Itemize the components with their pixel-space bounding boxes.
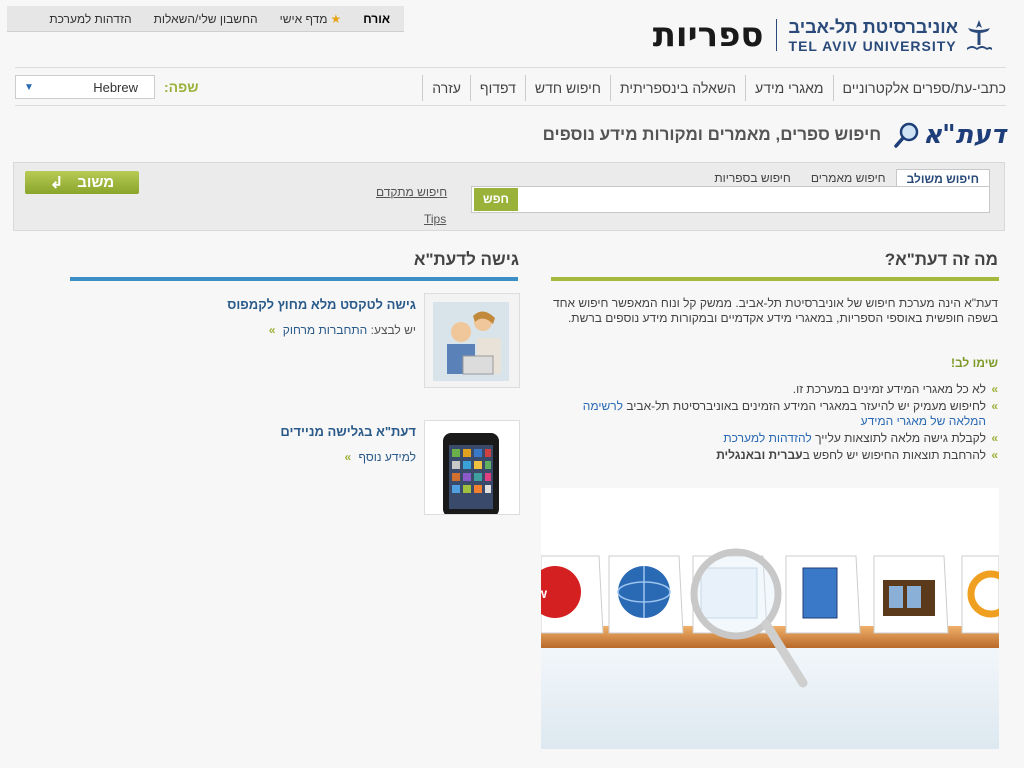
access-item-remote: גישה לטקסט מלא מחוץ לקמפוס יש לבצע: התחב… xyxy=(70,293,520,389)
smartphone-image xyxy=(424,420,520,515)
more-info-link[interactable]: למידע נוסף xyxy=(359,450,416,464)
mobile-access-title[interactable]: דעת"א בגלישה מניידים xyxy=(280,424,416,439)
nav-help[interactable]: עזרה xyxy=(422,75,470,101)
at-doc-icon xyxy=(961,555,999,634)
what-divider xyxy=(551,277,999,281)
nav-ejournals[interactable]: כתבי-עת/ספרים אלקטרוניים xyxy=(832,75,1006,101)
note-item: לקבלת גישה מלאה לתוצאות עלייך להזדהות למ… xyxy=(550,431,998,446)
search-button[interactable]: חפש xyxy=(474,188,518,211)
daat-logo[interactable]: דעת"א xyxy=(893,120,1006,150)
personal-shelf-link[interactable]: ★ מדף אישי xyxy=(280,12,342,26)
tau-emblem-icon xyxy=(967,20,992,50)
www-label: www xyxy=(541,585,547,601)
personal-shelf-label: מדף אישי xyxy=(279,11,328,26)
user-bar: אורח ★ מדף אישי החשבון שלי/השאלות הזדהות… xyxy=(7,6,404,32)
raquo-icon: » xyxy=(344,450,352,464)
chevron-down-icon: ▼ xyxy=(24,81,34,93)
book-doc-icon xyxy=(785,555,861,634)
tab-articles-search[interactable]: חיפוש מאמרים xyxy=(801,169,896,187)
language-label: שפה: xyxy=(164,79,199,95)
login-note-link[interactable]: להזדהות למערכת xyxy=(723,431,811,445)
notes-list: לא כל מאגרי המידע זמינים במערכת זו. לחיפ… xyxy=(550,382,998,465)
star-icon: ★ xyxy=(330,11,342,26)
nav-ill[interactable]: השאלה בינספריתית xyxy=(609,75,745,101)
note-text: להרחבת תוצאות החיפוש יש לחפש ב xyxy=(802,448,986,462)
globe-doc-icon xyxy=(608,555,684,634)
tab-combined-search[interactable]: חיפוש משולב xyxy=(895,169,990,187)
mobile-access-line: למידע נוסף » xyxy=(345,450,417,464)
tau-hebrew-name: אוניברסיטת תל-אביב xyxy=(788,16,958,37)
illustration-svg: www xyxy=(541,548,999,749)
language-value: Hebrew xyxy=(93,79,138,95)
what-is-daat-title: מה זה דעת"א? xyxy=(884,250,998,269)
note-item: להרחבת תוצאות החיפוש יש לחפש בעברית ובאנ… xyxy=(550,448,998,463)
daat-header: דעת"א חיפוש ספרים, מאמרים ומקורות מידע נ… xyxy=(543,120,1006,150)
main-nav: כתבי-עת/ספרים אלקטרוניים מאגרי מידע השאל… xyxy=(15,67,1006,106)
nav-items: כתבי-עת/ספרים אלקטרוניים מאגרי מידע השאל… xyxy=(422,75,1006,101)
remote-access-line: יש לבצע: התחברות מרחוק » xyxy=(269,323,416,337)
search-tabs: חיפוש משולב חיפוש מאמרים חיפוש בספריות xyxy=(704,169,990,187)
search-illustration: www xyxy=(541,488,999,749)
libraries-title: ספריות xyxy=(652,15,764,55)
tips-link[interactable]: Tips xyxy=(424,212,446,226)
remote-access-title[interactable]: גישה לטקסט מלא מחוץ לקמפוס xyxy=(227,297,416,312)
login-link[interactable]: הזדהות למערכת xyxy=(49,12,131,26)
daat-logo-text: דעת"א xyxy=(923,120,1006,150)
tau-name: אוניברסיטת תל-אביב TEL AVIV UNIVERSITY xyxy=(789,18,958,53)
daat-subtitle: חיפוש ספרים, מאמרים ומקורות מידע נוספים xyxy=(542,125,882,144)
film-doc-icon xyxy=(873,555,949,634)
nav-databases[interactable]: מאגרי מידע xyxy=(745,75,833,101)
search-panel: חיפוש משולב חיפוש מאמרים חיפוש בספריות ח… xyxy=(13,162,1005,231)
return-arrow-icon: ↲ xyxy=(49,174,64,192)
nav-browse[interactable]: דפדוף xyxy=(469,75,525,101)
family-laptop-image xyxy=(424,293,520,388)
tau-english-name: TEL AVIV UNIVERSITY xyxy=(788,37,957,54)
note-item: לא כל מאגרי המידע זמינים במערכת זו. xyxy=(550,382,998,397)
note-text: לא כל מאגרי המידע זמינים במערכת זו. xyxy=(792,382,986,396)
search-input[interactable] xyxy=(471,186,990,213)
language-select[interactable]: ▼ Hebrew xyxy=(15,75,155,99)
magnifier-icon xyxy=(894,122,919,148)
header-logo[interactable]: ספריות אוניברסיטת תל-אביב TEL AVIV UNIVE… xyxy=(653,14,994,56)
what-description: דעת"א הינה מערכת חיפוש של אוניברסיטת תל-… xyxy=(553,296,998,325)
advanced-search-link[interactable]: חיפוש מתקדם xyxy=(376,185,447,199)
raquo-icon: » xyxy=(268,323,276,337)
access-item-mobile: דעת"א בגלישה מניידים למידע נוסף » xyxy=(70,420,520,516)
remote-access-prefix: יש לבצע: xyxy=(370,323,416,337)
nav-new-search[interactable]: חיפוש חדש xyxy=(524,75,610,101)
attention-heading: שימו לב! xyxy=(950,356,998,370)
note-text: לקבלת גישה מלאה לתוצאות עלייך xyxy=(815,431,986,445)
logo-separator xyxy=(775,19,777,51)
note-item: לחיפוש מעמיק יש להיעזר במאגרי המידע הזמי… xyxy=(550,399,998,429)
access-divider xyxy=(70,277,518,281)
www-doc-icon: www xyxy=(541,555,604,634)
note-bold: עברית ובאנגלית xyxy=(716,448,803,462)
feedback-label: משוב xyxy=(77,174,115,191)
note-text: לחיפוש מעמיק יש להיעזר במאגרי המידע הזמי… xyxy=(626,399,986,413)
my-account-link[interactable]: החשבון שלי/השאלות xyxy=(154,12,258,26)
access-daat-title: גישה לדעת"א xyxy=(413,250,519,269)
tab-library-search[interactable]: חיפוש בספריות xyxy=(704,169,801,187)
remote-connection-link[interactable]: התחברות מרחוק xyxy=(283,323,368,337)
feedback-button[interactable]: משוב ↲ xyxy=(25,171,139,194)
guest-label: אורח xyxy=(363,11,390,26)
